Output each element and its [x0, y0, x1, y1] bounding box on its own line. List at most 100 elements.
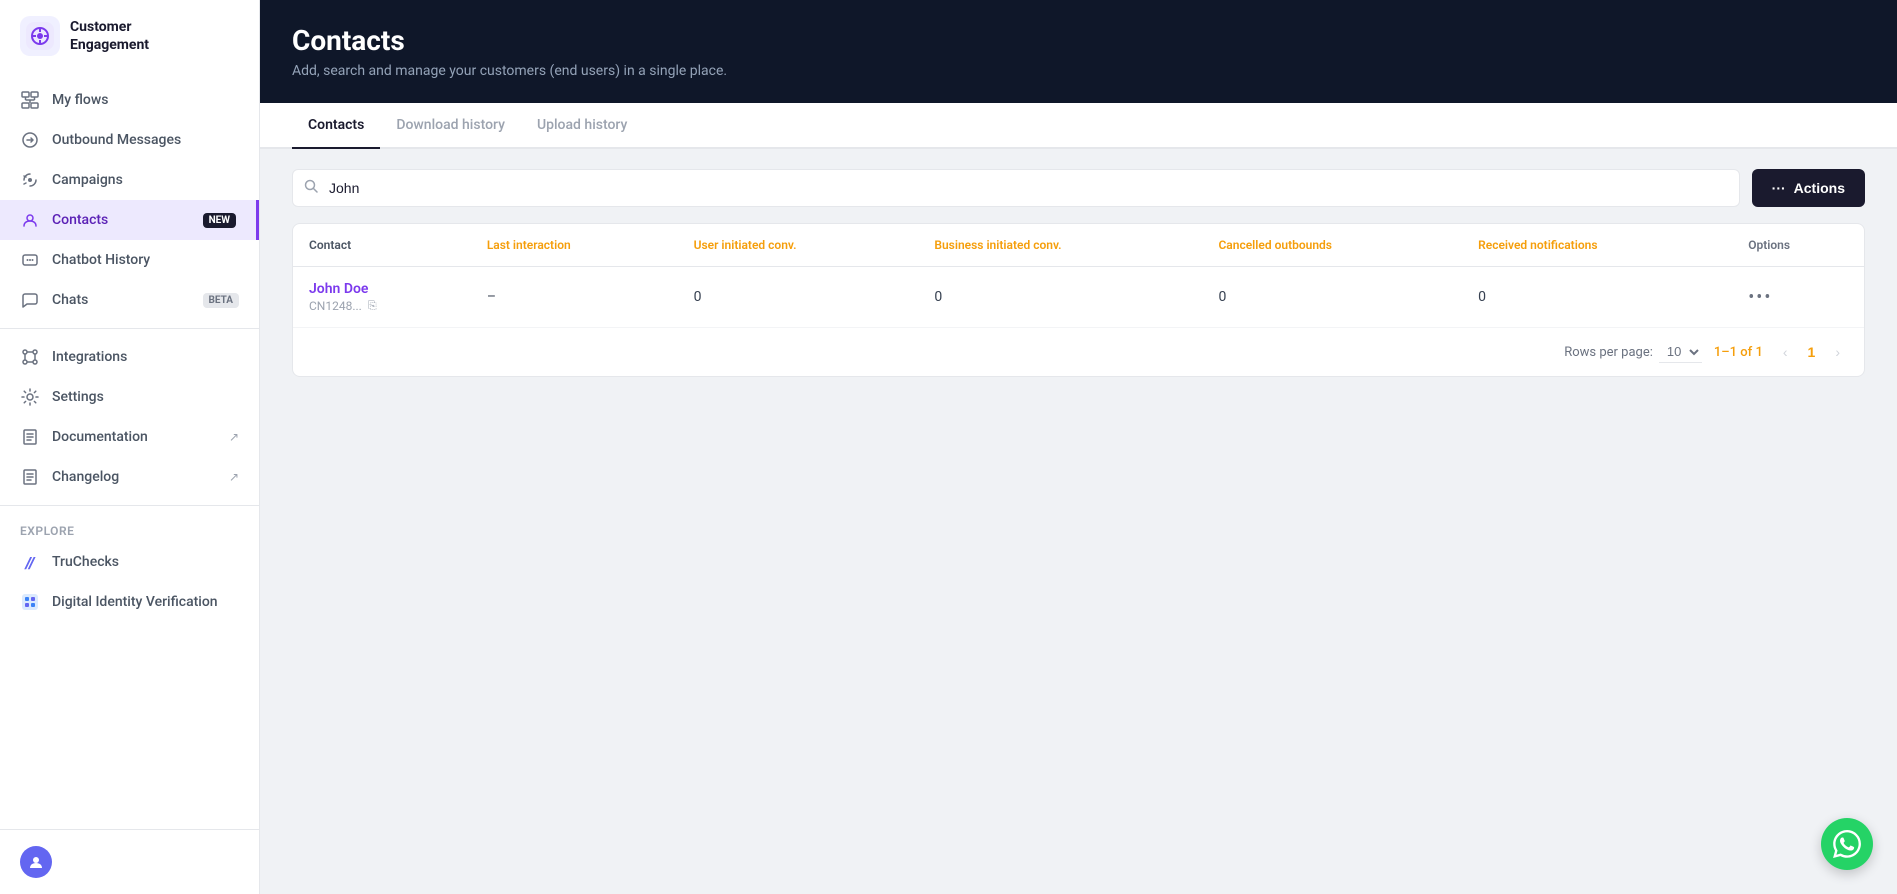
pagination-range: 1–1 of 1 — [1714, 345, 1763, 360]
sidebar-item-label: Integrations — [52, 349, 127, 365]
col-header-business-conv: Business initiated conv. — [918, 224, 1202, 267]
flows-icon — [20, 90, 40, 110]
chatbot-icon — [20, 250, 40, 270]
page-title: Contacts — [292, 24, 1865, 57]
sidebar-item-label: Digital Identity Verification — [52, 594, 218, 610]
actions-button-label: Actions — [1794, 180, 1845, 196]
digital-identity-icon — [20, 592, 40, 612]
external-link-icon: ↗ — [229, 430, 239, 444]
search-icon — [304, 179, 318, 197]
integrations-icon — [20, 347, 40, 367]
pagination: Rows per page: 10 25 50 1–1 of 1 ‹ 1 › — [293, 328, 1864, 376]
sidebar-item-label: TruChecks — [52, 554, 119, 570]
sidebar-item-chats[interactable]: Chats BETA — [0, 280, 259, 320]
sidebar-item-chatbot-history[interactable]: Chatbot History — [0, 240, 259, 280]
sidebar-item-campaigns[interactable]: Campaigns — [0, 160, 259, 200]
contact-id-row: CN1248... ⎘ — [309, 299, 455, 313]
settings-icon — [20, 387, 40, 407]
sidebar-item-label: Chats — [52, 292, 88, 308]
cell-last-interaction: – — [471, 267, 678, 328]
col-header-last-interaction: Last interaction — [471, 224, 678, 267]
sidebar-item-truchecks[interactable]: // TruChecks — [0, 542, 259, 582]
rows-per-page: Rows per page: 10 25 50 — [1564, 341, 1702, 363]
next-page-button[interactable]: › — [1827, 340, 1848, 364]
sidebar-item-label: My flows — [52, 92, 108, 108]
copy-icon[interactable]: ⎘ — [368, 299, 377, 313]
table-row: John Doe CN1248... ⎘ – 0 0 0 0 ••• — [293, 267, 1864, 328]
tab-contacts[interactable]: Contacts — [292, 103, 380, 149]
sidebar-header: CustomerEngagement — [0, 0, 259, 72]
contacts-icon — [20, 210, 40, 230]
sidebar-item-label: Documentation — [52, 429, 148, 445]
cell-user-conv: 0 — [678, 267, 919, 328]
actions-button[interactable]: ··· Actions — [1752, 169, 1865, 207]
tab-download-history[interactable]: Download history — [380, 103, 521, 149]
toolbar: ··· Actions — [292, 169, 1865, 207]
pagination-controls: ‹ 1 › — [1775, 340, 1848, 364]
search-container — [292, 169, 1740, 207]
sidebar-navigation: My flows Outbound Messages Campaigns Con… — [0, 72, 259, 829]
beta-badge: BETA — [203, 293, 240, 308]
col-header-options: Options — [1732, 224, 1864, 267]
nav-divider — [0, 328, 259, 329]
sidebar-item-label: Settings — [52, 389, 104, 405]
sidebar-item-outbound-messages[interactable]: Outbound Messages — [0, 120, 259, 160]
sidebar-item-integrations[interactable]: Integrations — [0, 337, 259, 377]
app-title: CustomerEngagement — [70, 18, 149, 54]
actions-dots-icon: ··· — [1772, 180, 1786, 196]
table-body: John Doe CN1248... ⎘ – 0 0 0 0 ••• — [293, 267, 1864, 328]
table-header: Contact Last interaction User initiated … — [293, 224, 1864, 267]
app-logo — [20, 16, 60, 56]
col-header-user-conv: User initiated conv. — [678, 224, 919, 267]
sidebar-item-my-flows[interactable]: My flows — [0, 80, 259, 120]
chats-icon — [20, 290, 40, 310]
row-options-button[interactable]: ••• — [1748, 287, 1772, 308]
main-content: Contacts Add, search and manage your cus… — [260, 0, 1897, 894]
user-avatar[interactable] — [20, 846, 52, 878]
cell-business-conv: 0 — [918, 267, 1202, 328]
outbound-icon — [20, 130, 40, 150]
col-header-contact: Contact — [293, 224, 471, 267]
cell-received-notifications: 0 — [1462, 267, 1732, 328]
sidebar-item-label: Campaigns — [52, 172, 123, 188]
page-header: Contacts Add, search and manage your cus… — [260, 0, 1897, 103]
sidebar-item-label: Contacts — [52, 212, 108, 228]
prev-page-button[interactable]: ‹ — [1775, 340, 1796, 364]
contacts-table: Contact Last interaction User initiated … — [292, 223, 1865, 377]
sidebar-item-documentation[interactable]: Documentation ↗ — [0, 417, 259, 457]
cell-cancelled-outbounds: 0 — [1202, 267, 1462, 328]
page-body: Contacts Download history Upload history… — [260, 103, 1897, 894]
sidebar-item-changelog[interactable]: Changelog ↗ — [0, 457, 259, 497]
sidebar-footer — [0, 829, 259, 894]
rows-per-page-label: Rows per page: — [1564, 345, 1653, 360]
search-input[interactable] — [292, 169, 1740, 207]
external-link-icon-2: ↗ — [229, 470, 239, 484]
sidebar-item-settings[interactable]: Settings — [0, 377, 259, 417]
page-1-button[interactable]: 1 — [1800, 340, 1824, 364]
sidebar-item-label: Changelog — [52, 469, 119, 485]
truchecks-icon: // — [20, 552, 40, 572]
changelog-icon — [20, 467, 40, 487]
contact-name[interactable]: John Doe — [309, 281, 455, 297]
new-badge: NEW — [203, 213, 236, 228]
explore-section-label: Explore — [0, 514, 259, 542]
tabs-container: Contacts Download history Upload history — [260, 103, 1897, 149]
sidebar-item-contacts[interactable]: Contacts NEW — [0, 200, 259, 240]
documentation-icon — [20, 427, 40, 447]
cell-contact: John Doe CN1248... ⎘ — [293, 267, 471, 328]
sidebar: CustomerEngagement My flows Outbound Mes… — [0, 0, 260, 894]
campaigns-icon — [20, 170, 40, 190]
page-subtitle: Add, search and manage your customers (e… — [292, 63, 1865, 79]
tab-upload-history[interactable]: Upload history — [521, 103, 643, 149]
rows-per-page-select[interactable]: 10 25 50 — [1659, 341, 1702, 363]
col-header-received-notifications: Received notifications — [1462, 224, 1732, 267]
table: Contact Last interaction User initiated … — [293, 224, 1864, 328]
col-header-cancelled-outbounds: Cancelled outbounds — [1202, 224, 1462, 267]
whatsapp-fab[interactable] — [1821, 818, 1873, 870]
sidebar-item-label: Outbound Messages — [52, 132, 181, 148]
contact-id: CN1248... — [309, 299, 362, 313]
sidebar-item-label: Chatbot History — [52, 252, 150, 268]
explore-divider — [0, 505, 259, 506]
cell-options: ••• — [1732, 267, 1864, 328]
sidebar-item-digital-identity[interactable]: Digital Identity Verification — [0, 582, 259, 622]
